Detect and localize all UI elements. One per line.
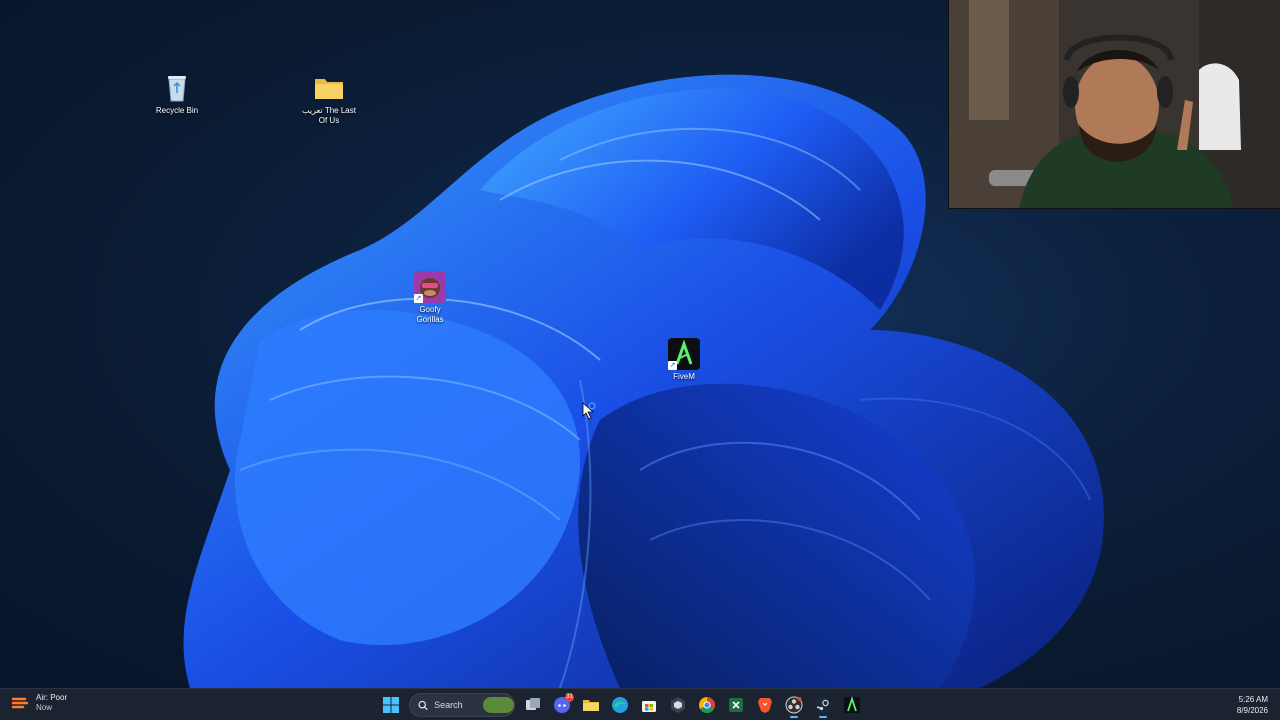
taskbar: Air: Poor Now Search 31 5:26 AM 8/9/2026 <box>0 688 1280 720</box>
taskbar-app-fivem[interactable] <box>839 692 865 718</box>
folder-icon <box>583 700 599 711</box>
desktop-icon-folder[interactable]: تعريب The Last Of Us <box>291 72 367 126</box>
desktop-icon-label: تعريب The Last Of Us <box>302 106 356 125</box>
air-quality-icon <box>11 697 29 709</box>
chrome-icon <box>699 697 715 714</box>
notification-badge: 31 <box>565 693 574 702</box>
shortcut-arrow-icon: ↗ <box>414 294 423 303</box>
fivem-app-icon: ↗ <box>668 338 700 370</box>
weather-subtitle: Now <box>36 703 53 712</box>
taskbar-apps: Search 31 <box>378 692 865 718</box>
task-view-button[interactable] <box>520 692 546 718</box>
clock-date: 8/9/2026 <box>1236 706 1268 715</box>
fivem-icon <box>844 696 860 713</box>
shortcut-arrow-icon: ↗ <box>668 361 677 370</box>
search-icon <box>418 700 428 710</box>
weather-title: Air: Poor <box>36 693 68 702</box>
desktop-icon-label: Goofy Gorillas <box>416 305 444 324</box>
weather-widget[interactable]: Air: Poor Now <box>10 693 67 713</box>
cube-icon <box>671 697 685 713</box>
desktop-icon-label: FiveM <box>673 372 695 381</box>
taskbar-app-store[interactable] <box>636 692 662 718</box>
desktop-icon-fivem[interactable]: ↗ FiveM <box>646 338 722 382</box>
search-placeholder: Search <box>434 700 463 710</box>
goofy-gorillas-app-icon: ↗ <box>414 271 446 303</box>
recycle-bin-icon <box>161 72 193 104</box>
taskbar-app-obs[interactable] <box>781 692 807 718</box>
taskbar-search-box[interactable]: Search <box>409 693 515 717</box>
taskbar-app-file-explorer[interactable] <box>578 692 604 718</box>
edge-icon <box>612 697 628 713</box>
desktop-icon-recycle-bin[interactable]: Recycle Bin <box>139 72 215 116</box>
desktop-icon-label: Recycle Bin <box>155 106 199 115</box>
desktop-icon-goofy-gorillas[interactable]: ↗ Goofy Gorillas <box>392 271 468 325</box>
folder-icon <box>313 72 345 104</box>
mouse-cursor-icon <box>582 402 596 420</box>
taskbar-app-discord[interactable]: 31 <box>549 692 575 718</box>
search-highlight-image <box>482 697 514 713</box>
obs-icon <box>785 696 803 714</box>
steam-icon <box>815 697 831 713</box>
task-view-icon <box>526 698 540 710</box>
taskbar-app-excel[interactable] <box>723 692 749 718</box>
excel-icon <box>729 698 743 712</box>
start-button[interactable] <box>378 692 404 718</box>
clock-time: 5:26 AM <box>1238 695 1268 704</box>
system-clock[interactable]: 5:26 AM 8/9/2026 <box>1237 694 1268 716</box>
windows-start-icon <box>383 697 399 713</box>
taskbar-app-steam[interactable] <box>810 692 836 718</box>
taskbar-app-edge[interactable] <box>607 692 633 718</box>
taskbar-app-unity[interactable] <box>665 692 691 718</box>
store-icon <box>642 701 656 712</box>
taskbar-app-chrome[interactable] <box>694 692 720 718</box>
webcam-overlay <box>948 0 1280 209</box>
taskbar-app-brave[interactable] <box>752 692 778 718</box>
brave-icon <box>758 698 772 713</box>
